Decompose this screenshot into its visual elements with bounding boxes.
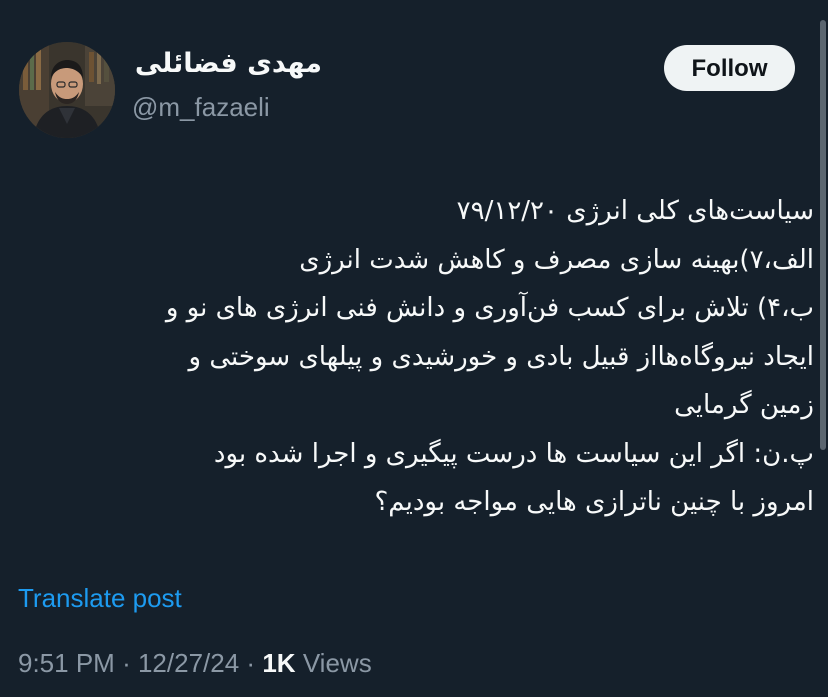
tweet-text: سیاست‌های کلی انرژی ۷۹/۱۲/۲۰ الف،۷)بهینه…	[14, 187, 814, 527]
user-handle[interactable]: @m_fazaeli	[132, 92, 270, 123]
follow-button[interactable]: Follow	[664, 45, 795, 91]
tweet-text-line: سیاست‌های کلی انرژی ۷۹/۱۲/۲۰	[456, 196, 814, 226]
scrollbar-thumb[interactable]	[820, 20, 826, 450]
translate-post-link[interactable]: Translate post	[18, 583, 182, 614]
tweet-card: مهدی فضائلی @m_fazaeli Follow سیاست‌های …	[0, 0, 828, 697]
tweet-text-line: ایجاد نیروگاه‌هااز قبیل بادی و خورشیدی و…	[188, 341, 814, 372]
tweet-text-line: پ.ن: اگر این سیاست ها درست پیگیری و اجرا…	[213, 438, 814, 469]
tweet-date[interactable]: 12/27/24	[138, 648, 239, 678]
avatar[interactable]	[19, 42, 115, 138]
tweet-meta: 9:51 PM · 12/27/24 · 1K Views	[18, 648, 372, 679]
tweet-text-line: ب،۴) تلاش برای کسب فن‌آوری و دانش فنی ان…	[165, 293, 814, 323]
views-label[interactable]: Views	[303, 648, 372, 678]
tweet-text-line: زمین گرمایی	[674, 390, 814, 420]
tweet-text-line: الف،۷)بهینه سازی مصرف و کاهش شدت انرژی	[299, 244, 814, 275]
scrollbar[interactable]	[818, 0, 828, 697]
meta-separator: ·	[122, 648, 131, 678]
tweet-text-line: امروز با چنین ناترازی هایی مواجه بودیم؟	[374, 487, 815, 517]
views-count[interactable]: 1K	[262, 648, 295, 678]
avatar-image	[19, 42, 115, 138]
meta-separator: ·	[246, 648, 256, 678]
display-name[interactable]: مهدی فضائلی	[132, 48, 322, 79]
tweet-time[interactable]: 9:51 PM	[18, 648, 115, 678]
